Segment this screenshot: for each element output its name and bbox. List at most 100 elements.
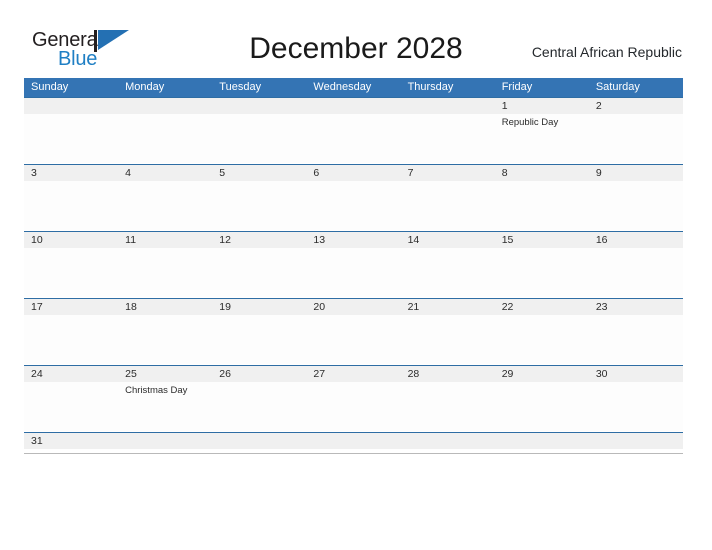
day-number-cell[interactable]: 4 xyxy=(118,165,212,181)
week-date-band: 24 25 26 27 28 29 30 xyxy=(24,366,683,382)
calendar-weeks: 1 2 Republic Day 3 4 5 6 7 8 9 10 11 12 13 14 15 16 17 18 1… xyxy=(24,97,683,453)
day-event-cell xyxy=(589,248,683,297)
day-event-cell xyxy=(24,181,118,230)
day-event-cell xyxy=(306,181,400,230)
day-number-cell[interactable]: 6 xyxy=(306,165,400,181)
page-header: General Blue December 2028 Central Afric… xyxy=(0,0,712,76)
week-event-band: Republic Day xyxy=(24,114,683,163)
holiday-label: Christmas Day xyxy=(125,385,188,396)
day-number-cell[interactable]: 18 xyxy=(118,299,212,315)
week-event-band xyxy=(24,181,683,230)
calendar-week-row: 17 18 19 20 21 22 23 xyxy=(24,298,683,365)
day-number-cell xyxy=(118,98,212,114)
day-number-cell xyxy=(24,98,118,114)
day-event-cell xyxy=(401,181,495,230)
day-number-cell xyxy=(401,98,495,114)
day-number-cell[interactable]: 20 xyxy=(306,299,400,315)
day-event-cell xyxy=(118,248,212,297)
day-event-cell xyxy=(495,181,589,230)
calendar-week-row: 10 11 12 13 14 15 16 xyxy=(24,231,683,298)
day-number-cell[interactable]: 25 xyxy=(118,366,212,382)
day-number-cell[interactable]: 31 xyxy=(24,433,118,449)
day-event-cell xyxy=(212,114,306,163)
day-event-cell xyxy=(212,315,306,364)
day-number-cell[interactable]: 15 xyxy=(495,232,589,248)
day-event-cell xyxy=(589,114,683,163)
day-event-cell xyxy=(24,114,118,163)
week-date-band: 3456789 xyxy=(24,165,683,181)
week-event-band xyxy=(24,248,683,297)
day-number-cell xyxy=(589,433,683,449)
day-event-cell xyxy=(306,382,400,431)
week-event-band xyxy=(24,315,683,364)
day-event-cell xyxy=(401,114,495,163)
week-event-band: Christmas Day xyxy=(24,382,683,431)
day-event-cell xyxy=(24,382,118,431)
week-date-band: 31 xyxy=(24,433,683,449)
day-event-cell xyxy=(495,315,589,364)
day-number-cell[interactable]: 16 xyxy=(589,232,683,248)
weekday-header-sunday: Sunday xyxy=(31,81,69,93)
day-number-cell[interactable]: 22 xyxy=(495,299,589,315)
day-number-cell xyxy=(212,98,306,114)
day-number-cell[interactable]: 8 xyxy=(495,165,589,181)
day-event-cell xyxy=(589,382,683,431)
day-event-cell xyxy=(212,382,306,431)
day-number-cell xyxy=(401,433,495,449)
day-event-cell xyxy=(589,315,683,364)
day-number-cell[interactable]: 29 xyxy=(495,366,589,382)
day-number-cell[interactable]: 26 xyxy=(212,366,306,382)
day-number-cell[interactable]: 17 xyxy=(24,299,118,315)
day-event-cell xyxy=(24,315,118,364)
day-event-cell xyxy=(495,382,589,431)
day-event-cell xyxy=(306,248,400,297)
calendar-grid: Sunday Monday Tuesday Wednesday Thursday… xyxy=(24,78,683,454)
weekday-header-thursday: Thursday xyxy=(407,81,454,93)
day-number-cell[interactable]: 9 xyxy=(589,165,683,181)
day-number-cell xyxy=(212,433,306,449)
day-number-cell[interactable]: 12 xyxy=(212,232,306,248)
day-event-cell xyxy=(212,181,306,230)
day-event-cell xyxy=(401,315,495,364)
weekday-header-row: Sunday Monday Tuesday Wednesday Thursday… xyxy=(24,78,683,97)
day-number-cell[interactable]: 30 xyxy=(589,366,683,382)
day-number-cell[interactable]: 2 xyxy=(589,98,683,114)
day-event-cell xyxy=(401,382,495,431)
day-number-cell[interactable]: 13 xyxy=(306,232,400,248)
day-number-cell[interactable]: 10 xyxy=(24,232,118,248)
weekday-header-wednesday: Wednesday xyxy=(313,81,372,93)
day-number-cell[interactable]: 19 xyxy=(212,299,306,315)
day-number-cell[interactable]: 1 xyxy=(495,98,589,114)
day-number-cell xyxy=(306,98,400,114)
weekday-header-saturday: Saturday xyxy=(595,81,640,93)
weekday-header-monday: Monday xyxy=(125,81,165,93)
day-event-cell xyxy=(118,181,212,230)
day-event-cell xyxy=(401,248,495,297)
day-number-cell[interactable]: 5 xyxy=(212,165,306,181)
day-event-cell xyxy=(24,248,118,297)
day-number-cell xyxy=(306,433,400,449)
week-date-band: 10 11 12 13 14 15 16 xyxy=(24,232,683,248)
day-number-cell[interactable]: 21 xyxy=(401,299,495,315)
holiday-label: Republic Day xyxy=(501,117,559,128)
day-number-cell[interactable]: 11 xyxy=(118,232,212,248)
day-number-cell[interactable]: 27 xyxy=(306,366,400,382)
day-number-cell[interactable]: 24 xyxy=(24,366,118,382)
day-number-cell[interactable]: 7 xyxy=(401,165,495,181)
day-number-cell[interactable]: 14 xyxy=(401,232,495,248)
calendar-bottom-rule xyxy=(24,453,683,454)
day-event-cell xyxy=(212,248,306,297)
day-event-cell xyxy=(589,181,683,230)
day-number-cell[interactable]: 28 xyxy=(401,366,495,382)
calendar-week-row: 24 25 26 27 28 29 30 Christmas Day xyxy=(24,365,683,432)
day-number-cell[interactable]: 23 xyxy=(589,299,683,315)
weekday-header-friday: Friday xyxy=(501,81,533,93)
day-number-cell[interactable]: 3 xyxy=(24,165,118,181)
calendar-week-row: 1 2 Republic Day xyxy=(24,97,683,164)
weekday-header-tuesday: Tuesday xyxy=(219,81,262,93)
country-label: Central African Republic xyxy=(531,44,682,60)
day-event-cell xyxy=(118,315,212,364)
day-event-cell xyxy=(306,114,400,163)
day-event-cell xyxy=(495,248,589,297)
week-date-band: 12 xyxy=(24,98,683,114)
